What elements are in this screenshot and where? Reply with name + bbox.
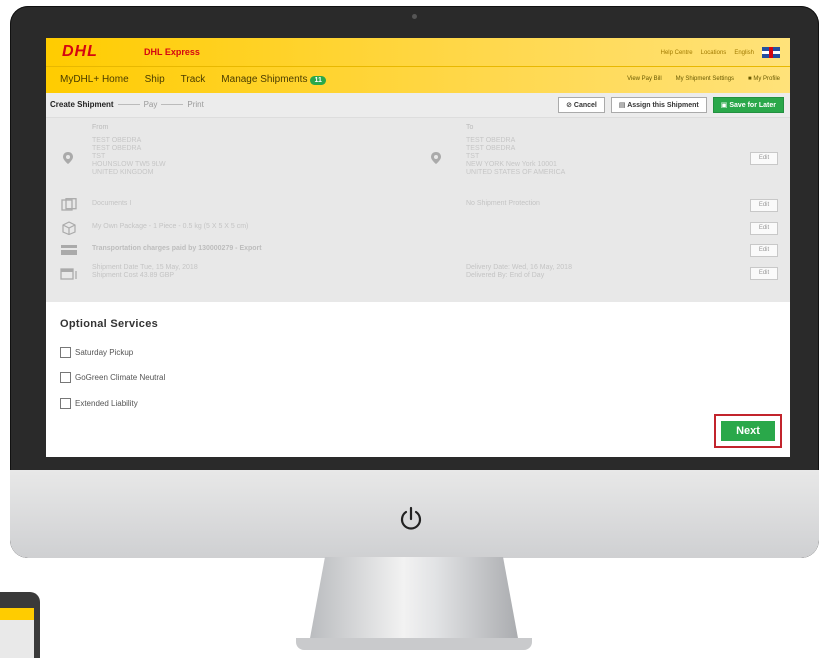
edit-date-button[interactable]: Edit [750, 267, 778, 280]
monitor-stand [308, 557, 520, 649]
from-label: From [92, 124, 109, 131]
to-label: To [466, 124, 474, 131]
from-line: TEST OBEDRA [92, 145, 142, 152]
nav-ship[interactable]: Ship [145, 74, 165, 85]
uk-flag-icon[interactable] [762, 47, 780, 58]
from-line: UNITED KINGDOM [92, 169, 154, 176]
saturday-pickup-option[interactable]: Saturday Pickup [60, 347, 133, 358]
screen: DHL DHL Express Help Centre Locations En… [46, 38, 790, 457]
extended-liability-label: Extended Liability [75, 399, 138, 408]
payment-card-icon [61, 245, 77, 255]
progress-steps: Create Shipment Pay Print ⊘ Cancel ▤ Assig… [46, 93, 790, 118]
assign-label: Assign this Shipment [627, 102, 699, 109]
dhl-logo[interactable]: DHL [62, 43, 98, 61]
nav-manage-label: Manage Shipments [221, 74, 308, 85]
step-line: Create Shipment Pay Print [50, 100, 204, 109]
nav-track[interactable]: Track [181, 74, 206, 85]
to-line: NEW YORK New York 10001 [466, 161, 557, 168]
edit-payment-button[interactable]: Edit [750, 244, 778, 257]
main-nav: MyDHL+ Home Ship Track Manage Shipments 1… [46, 66, 790, 93]
locations-link[interactable]: Locations [701, 50, 727, 56]
from-line: TEST OBEDRA [92, 137, 142, 144]
optional-services-title: Optional Services [60, 318, 159, 330]
monitor-stand-base [296, 638, 532, 650]
language-link[interactable]: English [734, 50, 754, 56]
delivery-date: Delivery Date: Wed, 16 May, 2018 [466, 264, 572, 271]
shipment-date: Shipment Date Tue, 15 May, 2018 [92, 264, 198, 271]
edit-contents-button[interactable]: Edit [750, 199, 778, 212]
gogreen-label: GoGreen Climate Neutral [75, 373, 166, 382]
save-label: Save for Later [729, 102, 776, 109]
cancel-button[interactable]: ⊘ Cancel [558, 97, 605, 113]
documents-text: Documents I [92, 200, 132, 207]
step-print: Print [187, 100, 204, 109]
package-text: My Own Package - 1 Piece - 0.5 kg (5 X 5… [92, 223, 249, 230]
location-pin-icon [431, 152, 441, 164]
transport-label: Transportation charges paid by 130000279… [92, 245, 262, 252]
my-profile-label: My Profile [753, 76, 780, 82]
action-buttons: ⊘ Cancel ▤ Assign this Shipment ▣ Save f… [558, 97, 784, 113]
next-button[interactable]: Next [721, 421, 775, 441]
transport-text: Transportation charges paid by 130000279… [92, 245, 262, 252]
nav-manage-shipments[interactable]: Manage Shipments 11 [221, 74, 326, 85]
location-pin-icon [63, 152, 73, 164]
view-pay-bill-link[interactable]: View Pay Bill [627, 76, 662, 82]
from-line: TST [92, 153, 106, 160]
background-thumbnail [0, 592, 40, 658]
cancel-label: Cancel [573, 102, 597, 109]
top-links: Help Centre Locations English [661, 47, 780, 58]
nav-items: MyDHL+ Home Ship Track Manage Shipments 1… [60, 74, 326, 85]
user-icon: ■ [748, 76, 752, 82]
power-icon [400, 506, 422, 530]
saturday-pickup-label: Saturday Pickup [75, 348, 134, 357]
to-line: TEST OBEDRA [466, 145, 516, 152]
camera-dot [412, 14, 417, 19]
documents-icon [61, 198, 77, 211]
brand-name: DHL Express [144, 47, 200, 57]
delivered-by: Delivered By: End of Day [466, 272, 545, 279]
saturday-pickup-checkbox[interactable] [60, 347, 71, 358]
shipments-count-badge: 11 [310, 76, 326, 85]
gogreen-option[interactable]: GoGreen Climate Neutral [60, 372, 165, 383]
delivery-date-block: Delivery Date: Wed, 16 May, 2018 Deliver… [466, 264, 572, 280]
assign-shipment-button[interactable]: ▤ Assign this Shipment [610, 97, 707, 113]
thumbnail-body [0, 620, 34, 658]
protection-text: No Shipment Protection [466, 200, 540, 207]
gogreen-checkbox[interactable] [60, 372, 71, 383]
extended-liability-checkbox[interactable] [60, 398, 71, 409]
from-address: From TEST OBEDRA TEST OBEDRA TST HOUNSLO… [92, 124, 166, 177]
shipment-date-block: Shipment Date Tue, 15 May, 2018 Shipment… [92, 264, 198, 280]
optional-services: Optional Services Saturday Pickup GoGree… [46, 302, 790, 457]
to-line: TEST OBEDRA [466, 137, 516, 144]
edit-address-button[interactable]: Edit [750, 152, 778, 165]
step-current: Create Shipment [50, 100, 114, 109]
shipment-summary: From TEST OBEDRA TEST OBEDRA TST HOUNSLO… [46, 118, 790, 304]
extended-liability-option[interactable]: Extended Liability [60, 398, 138, 409]
nav-home[interactable]: MyDHL+ Home [60, 74, 129, 85]
shipment-cost: Shipment Cost 43.89 GBP [92, 272, 175, 279]
to-address: To TEST OBEDRA TEST OBEDRA TST NEW YORK … [466, 124, 565, 177]
shipment-settings-link[interactable]: My Shipment Settings [676, 76, 734, 82]
help-centre-link[interactable]: Help Centre [661, 50, 693, 56]
step-pay: Pay [143, 100, 158, 109]
nav-right-links: View Pay Bill My Shipment Settings ■ My … [627, 76, 780, 82]
edit-package-button[interactable]: Edit [750, 222, 778, 235]
calendar-icon [60, 268, 77, 280]
my-profile-link[interactable]: ■ My Profile [748, 76, 780, 82]
save-for-later-button[interactable]: ▣ Save for Later [712, 97, 784, 113]
from-line: HOUNSLOW TW5 9LW [92, 161, 166, 168]
next-highlight: Next [714, 414, 782, 448]
to-line: TST [466, 153, 480, 160]
to-line: UNITED STATES OF AMERICA [466, 169, 566, 176]
package-icon [62, 221, 76, 235]
top-header: DHL DHL Express Help Centre Locations En… [46, 38, 790, 66]
